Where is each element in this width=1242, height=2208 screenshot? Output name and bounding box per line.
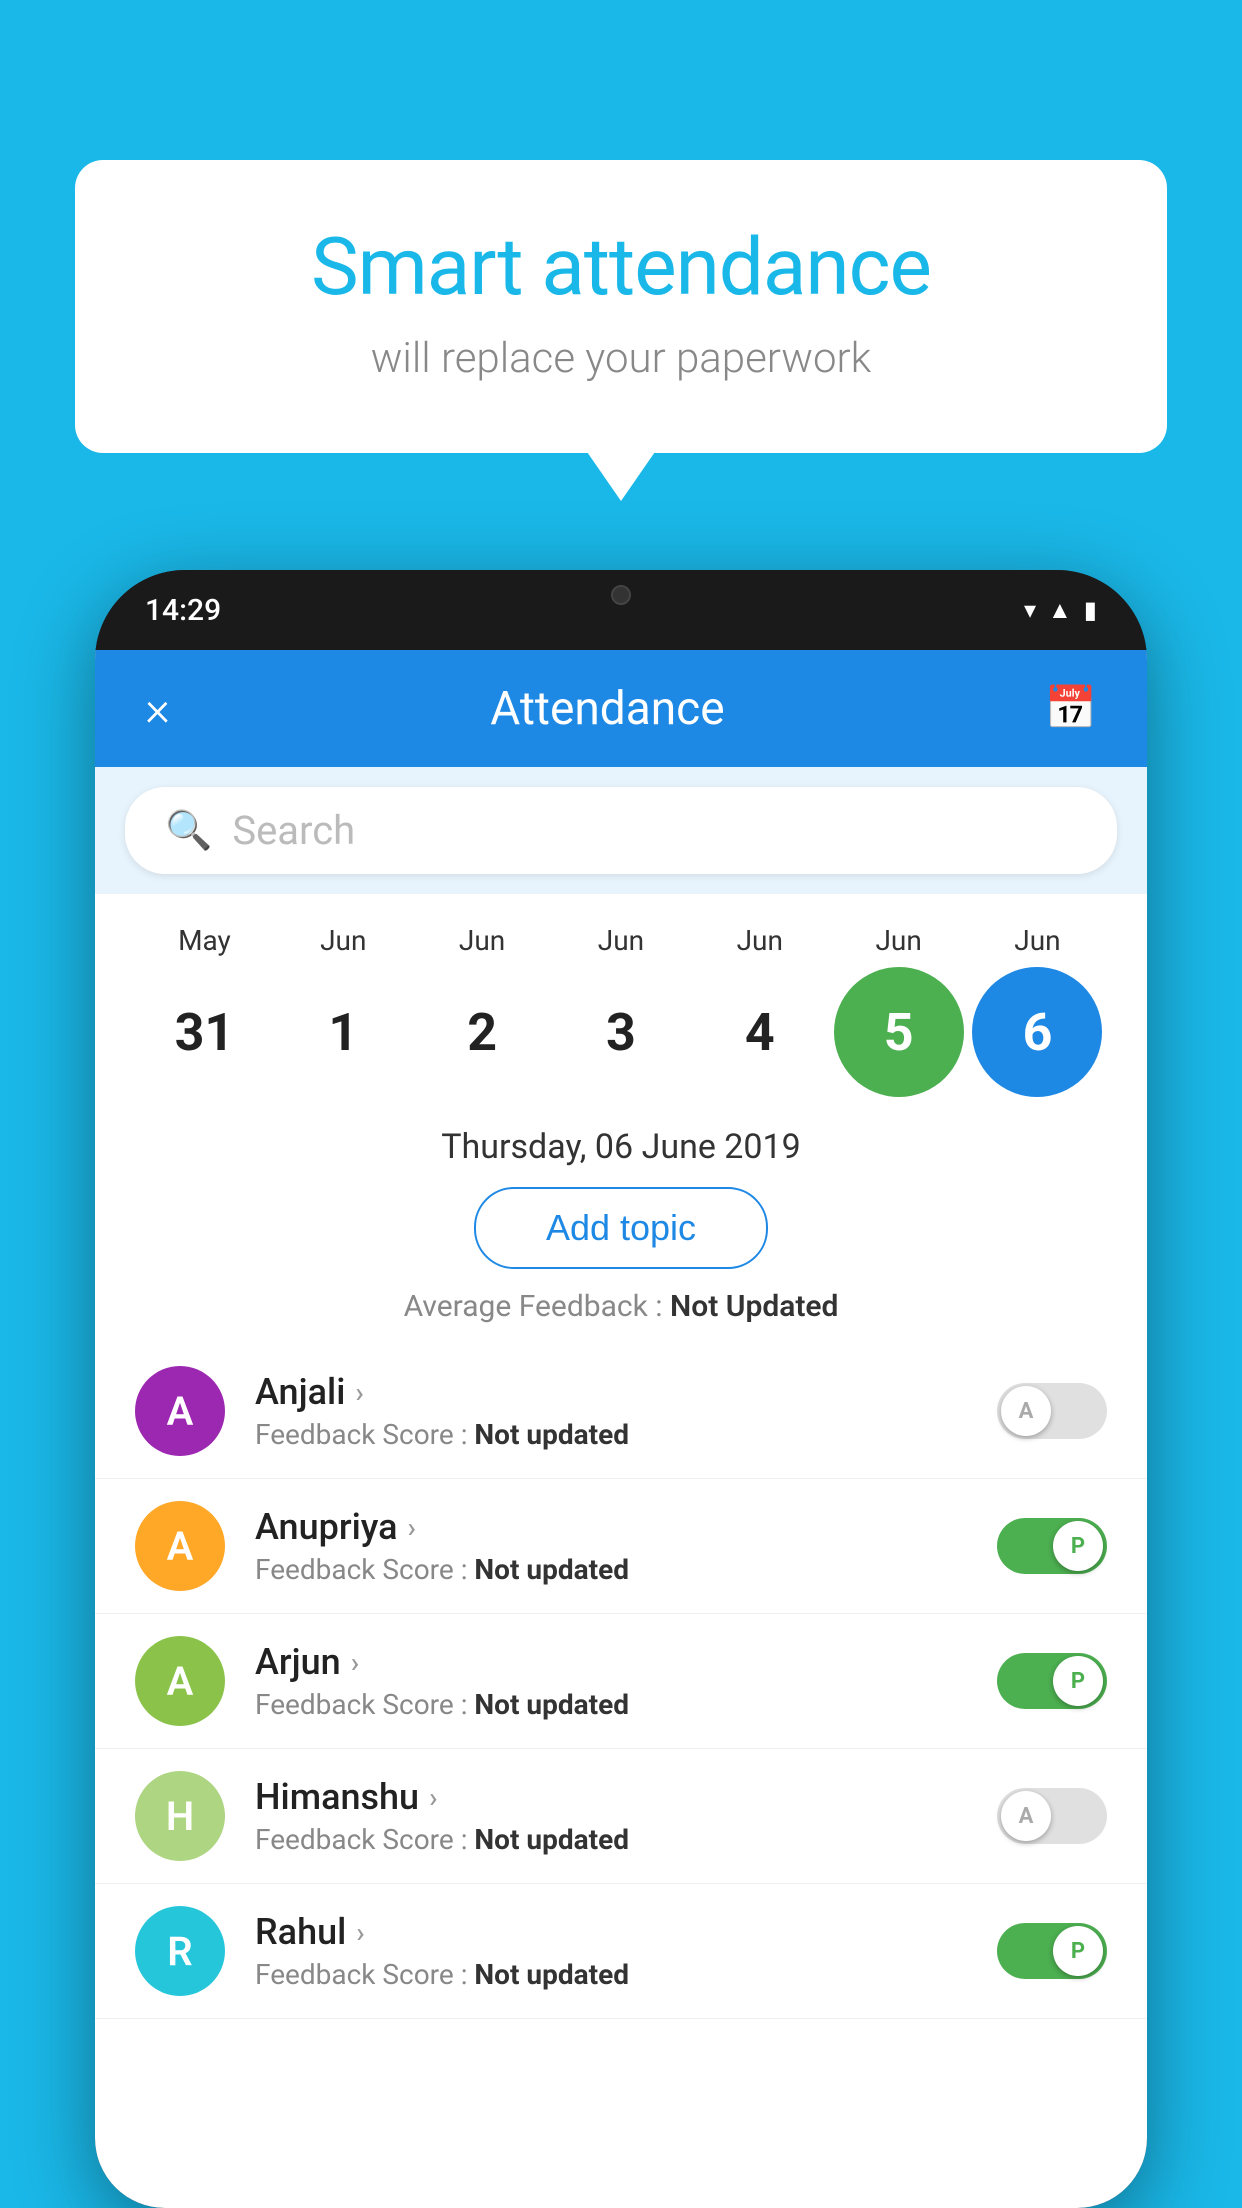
cal-month-0: May (139, 924, 269, 957)
add-topic-container: Add topic (95, 1177, 1147, 1289)
student-info: Anjali › Feedback Score : Not updated (255, 1371, 967, 1451)
feedback-value: Not updated (474, 1823, 629, 1856)
chevron-right-icon: › (408, 1511, 416, 1544)
chevron-right-icon: › (356, 1916, 364, 1949)
cal-month-6: Jun (972, 924, 1102, 957)
feedback-value: Not updated (474, 1418, 629, 1451)
speech-bubble: Smart attendance will replace your paper… (75, 160, 1167, 453)
app-screen: × Attendance 📅 🔍 Search May Jun Jun Jun … (95, 650, 1147, 2208)
toggle-thumb: A (1001, 1386, 1051, 1436)
list-item: H Himanshu › Feedback Score : Not update… (95, 1749, 1147, 1884)
student-name[interactable]: Himanshu › (255, 1776, 967, 1818)
student-name[interactable]: Arjun › (255, 1641, 967, 1683)
feedback-value: Not updated (474, 1958, 629, 1991)
calendar-dates: 31 1 2 3 4 5 6 (135, 967, 1107, 1097)
app-title: Attendance (490, 682, 724, 736)
student-name-text: Himanshu (255, 1776, 419, 1818)
cal-month-4: Jun (695, 924, 825, 957)
attendance-toggle[interactable]: P (997, 1518, 1107, 1574)
chevron-right-icon: › (429, 1781, 437, 1814)
toggle-thumb: P (1053, 1926, 1103, 1976)
add-topic-button[interactable]: Add topic (474, 1187, 768, 1269)
cal-month-5: Jun (834, 924, 964, 957)
avatar: R (135, 1906, 225, 1996)
students-list: A Anjali › Feedback Score : Not updated … (95, 1344, 1147, 2208)
cal-date-6[interactable]: 6 (972, 967, 1102, 1097)
cal-date-1[interactable]: 1 (278, 967, 408, 1097)
toggle-thumb: A (1001, 1791, 1051, 1841)
close-button[interactable]: × (145, 680, 170, 737)
avatar: A (135, 1366, 225, 1456)
student-name[interactable]: Anupriya › (255, 1506, 967, 1548)
avg-feedback-label: Average Feedback : (404, 1289, 663, 1324)
student-name[interactable]: Anjali › (255, 1371, 967, 1413)
average-feedback: Average Feedback : Not Updated (95, 1289, 1147, 1344)
avatar: H (135, 1771, 225, 1861)
feedback-value: Not updated (474, 1553, 629, 1586)
status-bar: 14:29 ▾ ▲ ▮ (95, 570, 1147, 650)
student-name-text: Rahul (255, 1911, 346, 1953)
student-info: Anupriya › Feedback Score : Not updated (255, 1506, 967, 1586)
cal-date-2[interactable]: 2 (417, 967, 547, 1097)
student-name[interactable]: Rahul › (255, 1911, 967, 1953)
cal-date-0[interactable]: 31 (139, 967, 269, 1097)
calendar-icon[interactable]: 📅 (1045, 684, 1097, 733)
speech-bubble-subtitle: will replace your paperwork (155, 334, 1087, 383)
phone-time: 14:29 (145, 593, 221, 628)
avg-feedback-value: Not Updated (670, 1289, 838, 1324)
search-placeholder: Search (232, 807, 355, 854)
cal-month-3: Jun (556, 924, 686, 957)
attendance-toggle[interactable]: P (997, 1653, 1107, 1709)
student-info: Himanshu › Feedback Score : Not updated (255, 1776, 967, 1856)
app-header: × Attendance 📅 (95, 650, 1147, 767)
search-bar[interactable]: 🔍 Search (125, 787, 1117, 874)
status-icons: ▾ ▲ ▮ (1024, 596, 1097, 625)
student-name-text: Anjali (255, 1371, 345, 1413)
chevron-right-icon: › (351, 1646, 359, 1679)
search-container: 🔍 Search (95, 767, 1147, 894)
feedback-value: Not updated (474, 1688, 629, 1721)
list-item: A Arjun › Feedback Score : Not updated P (95, 1614, 1147, 1749)
avatar: A (135, 1501, 225, 1591)
toggle-thumb: P (1053, 1656, 1103, 1706)
cal-month-2: Jun (417, 924, 547, 957)
phone-frame: 14:29 ▾ ▲ ▮ × Attendance 📅 🔍 Search M (95, 570, 1147, 2208)
attendance-toggle[interactable]: A (997, 1383, 1107, 1439)
student-feedback: Feedback Score : Not updated (255, 1418, 967, 1451)
list-item: A Anupriya › Feedback Score : Not update… (95, 1479, 1147, 1614)
student-info: Rahul › Feedback Score : Not updated (255, 1911, 967, 1991)
signal-icon: ▲ (1048, 596, 1072, 625)
selected-date: Thursday, 06 June 2019 (95, 1107, 1147, 1177)
phone-camera (611, 585, 631, 605)
student-feedback: Feedback Score : Not updated (255, 1553, 967, 1586)
battery-icon: ▮ (1084, 596, 1097, 624)
avatar: A (135, 1636, 225, 1726)
attendance-toggle[interactable]: P (997, 1923, 1107, 1979)
search-icon: 🔍 (165, 809, 212, 853)
student-feedback: Feedback Score : Not updated (255, 1688, 967, 1721)
calendar-months: May Jun Jun Jun Jun Jun Jun (135, 924, 1107, 957)
phone-notch (561, 570, 681, 620)
chevron-right-icon: › (355, 1376, 363, 1409)
wifi-icon: ▾ (1024, 596, 1036, 624)
list-item: R Rahul › Feedback Score : Not updated P (95, 1884, 1147, 2019)
cal-month-1: Jun (278, 924, 408, 957)
toggle-thumb: P (1053, 1521, 1103, 1571)
cal-date-4[interactable]: 4 (695, 967, 825, 1097)
student-feedback: Feedback Score : Not updated (255, 1958, 967, 1991)
student-name-text: Anupriya (255, 1506, 398, 1548)
student-feedback: Feedback Score : Not updated (255, 1823, 967, 1856)
cal-date-5[interactable]: 5 (834, 967, 964, 1097)
speech-bubble-title: Smart attendance (155, 220, 1087, 314)
list-item: A Anjali › Feedback Score : Not updated … (95, 1344, 1147, 1479)
cal-date-3[interactable]: 3 (556, 967, 686, 1097)
calendar-row: May Jun Jun Jun Jun Jun Jun 31 1 2 3 4 5… (95, 894, 1147, 1107)
attendance-toggle[interactable]: A (997, 1788, 1107, 1844)
student-info: Arjun › Feedback Score : Not updated (255, 1641, 967, 1721)
student-name-text: Arjun (255, 1641, 341, 1683)
